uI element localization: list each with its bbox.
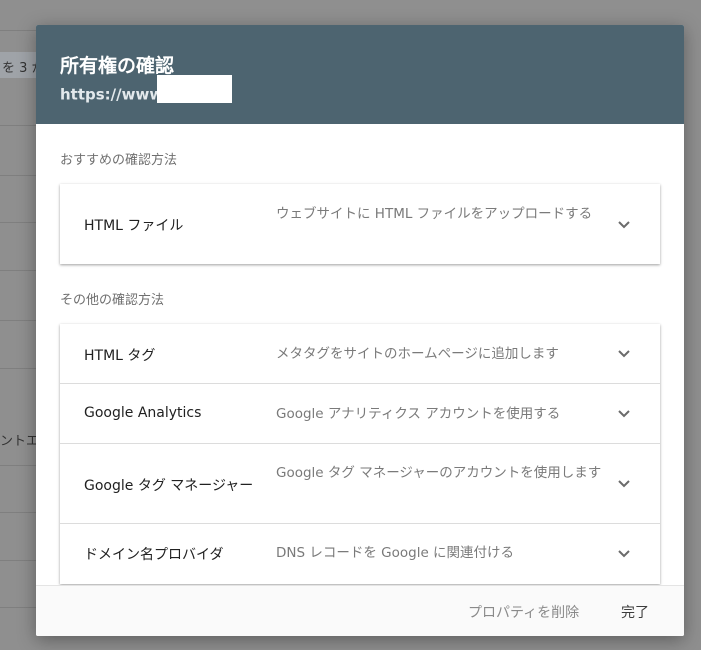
chevron-down-icon[interactable] — [616, 475, 632, 491]
method-row-html-file[interactable]: HTML ファイル ウェブサイトに HTML ファイルをアップロードする — [60, 184, 660, 264]
dialog-header: 所有権の確認 https://www. — [36, 25, 684, 124]
chevron-down-icon[interactable] — [616, 216, 632, 232]
chevron-down-icon[interactable] — [616, 345, 632, 361]
method-label: ドメイン名プロバイダ — [84, 547, 224, 563]
background-divider — [0, 175, 40, 176]
recommended-section-heading: おすすめの確認方法 — [60, 153, 178, 168]
background-divider — [0, 320, 40, 321]
chevron-down-icon[interactable] — [616, 545, 632, 561]
recommended-methods-card: HTML ファイル ウェブサイトに HTML ファイルをアップロードする — [60, 184, 660, 264]
method-row-google-tag-manager[interactable]: Google タグ マネージャー Google タグ マネージャーのアカウントを… — [60, 443, 660, 523]
delete-property-button[interactable]: プロパティを削除 — [468, 602, 579, 622]
dialog-title: 所有権の確認 — [60, 55, 175, 77]
background-divider — [0, 125, 40, 126]
background-divider — [0, 368, 40, 369]
method-row-domain-provider[interactable]: ドメイン名プロバイダ DNS レコードを Google に関連付ける — [60, 523, 660, 584]
chevron-down-icon[interactable] — [616, 405, 632, 421]
other-methods-card: HTML タグ メタタグをサイトのホームページに追加します Google Ana… — [60, 324, 660, 584]
method-label: HTML ファイル — [84, 218, 184, 234]
method-description: ウェブサイトに HTML ファイルをアップロードする — [276, 206, 593, 222]
method-label: Google Analytics — [84, 405, 202, 421]
method-description: Google タグ マネージャーのアカウントを使用します — [276, 465, 602, 481]
dialog-body: おすすめの確認方法 HTML ファイル ウェブサイトに HTML ファイルをアッ… — [36, 124, 684, 585]
method-label: HTML タグ — [84, 348, 156, 364]
redacted-domain — [157, 75, 232, 103]
done-button[interactable]: 完了 — [621, 602, 649, 622]
property-url: https://www. — [60, 75, 232, 104]
background-divider — [0, 270, 40, 271]
ownership-verification-dialog: 所有権の確認 https://www. おすすめの確認方法 HTML ファイル … — [36, 25, 684, 636]
method-row-google-analytics[interactable]: Google Analytics Google アナリティクス アカウントを使用… — [60, 383, 660, 443]
method-description: Google アナリティクス アカウントを使用する — [276, 406, 561, 422]
background-divider — [0, 560, 40, 561]
background-divider — [0, 222, 40, 223]
background-divider — [0, 465, 40, 466]
method-description: DNS レコードを Google に関連付ける — [276, 545, 515, 561]
background-divider — [0, 512, 40, 513]
method-label: Google タグ マネージャー — [84, 478, 254, 494]
method-row-html-tag[interactable]: HTML タグ メタタグをサイトのホームページに追加します — [60, 324, 660, 383]
method-description: メタタグをサイトのホームページに追加します — [276, 346, 559, 362]
property-url-text: https://www. — [60, 85, 168, 104]
dialog-footer: プロパティを削除 完了 — [36, 585, 684, 636]
background-divider — [0, 607, 40, 608]
background-divider — [0, 30, 40, 31]
other-section-heading: その他の確認方法 — [60, 293, 165, 308]
